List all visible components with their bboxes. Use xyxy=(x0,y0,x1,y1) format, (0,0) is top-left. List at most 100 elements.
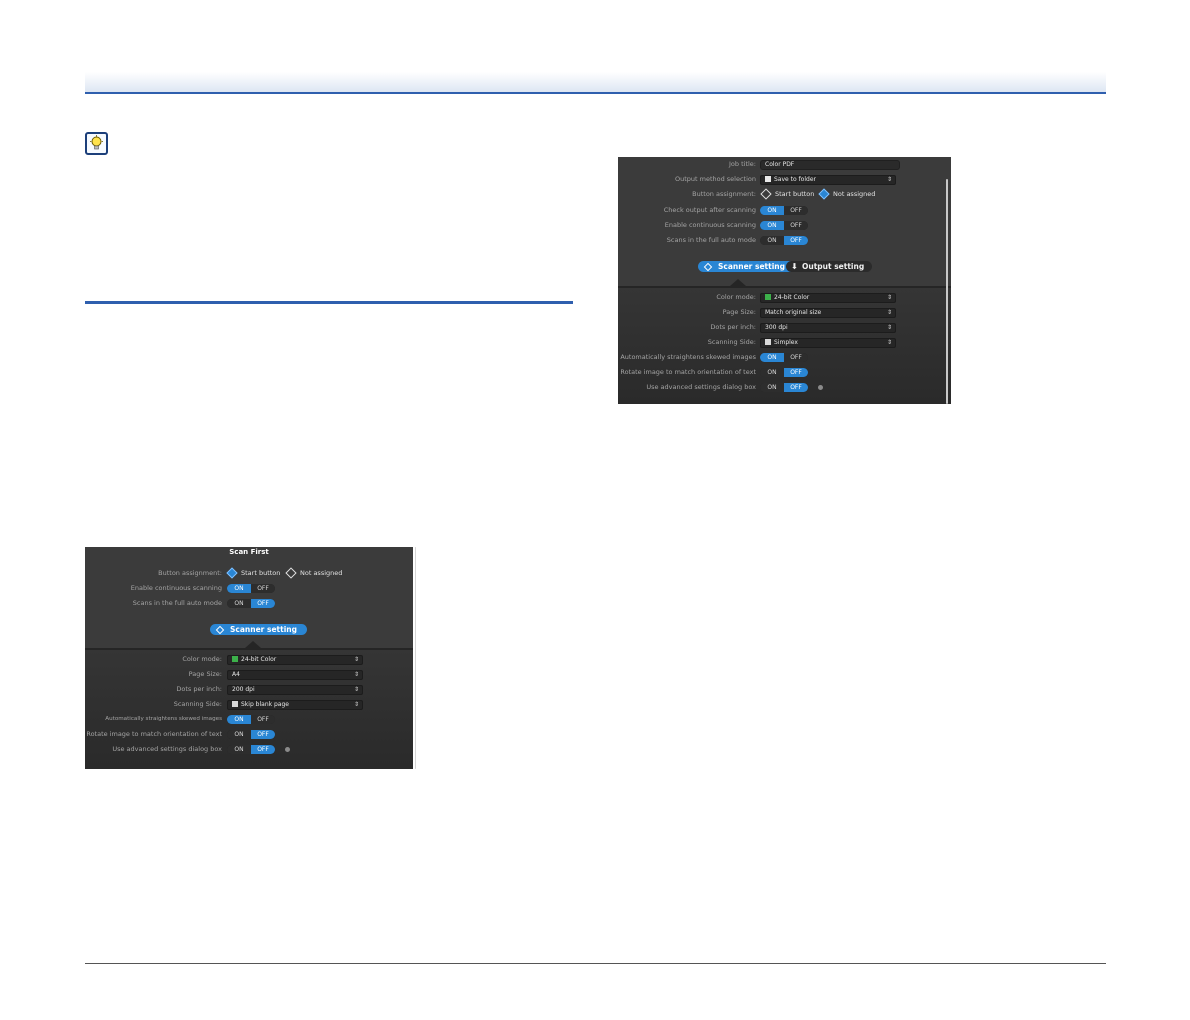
updown-arrow-icon: ⇕ xyxy=(886,309,892,316)
page-footer-rule xyxy=(85,963,1106,964)
radio-label: Not assigned xyxy=(833,190,876,198)
enable-continuous-toggle[interactable]: ON OFF xyxy=(760,221,808,230)
radio-unselected-icon xyxy=(285,567,297,579)
output-setting-button[interactable]: ⬇ Output setting xyxy=(786,261,873,272)
button-assignment-label: Button assignment: xyxy=(158,569,222,577)
rotate-toggle[interactable]: ON OFF xyxy=(760,368,808,377)
updown-arrow-icon: ⇕ xyxy=(353,686,359,693)
page-header-bar xyxy=(85,72,1106,94)
left-panel-scrollbar[interactable] xyxy=(415,547,416,769)
advanced-settings-icon[interactable] xyxy=(285,747,290,752)
check-output-toggle[interactable]: ON OFF xyxy=(760,206,808,215)
dpi-select[interactable]: 300 dpi ⇕ xyxy=(760,323,896,333)
color-mode-select[interactable]: 24-bit Color ⇕ xyxy=(760,293,896,303)
radio-unselected-icon xyxy=(760,188,772,200)
rotate-label: Rotate image to match orientation of tex… xyxy=(86,730,222,738)
toggle-off[interactable]: OFF xyxy=(251,730,275,739)
toggle-on[interactable]: ON xyxy=(227,745,251,754)
enable-continuous-label: Enable continuous scanning xyxy=(130,584,222,592)
toggle-on[interactable]: ON xyxy=(760,221,784,230)
advanced-settings-icon[interactable] xyxy=(818,385,823,390)
scanning-side-label: Scanning Side: xyxy=(707,338,756,346)
select-value: 200 dpi xyxy=(232,686,255,693)
toggle-on[interactable]: ON xyxy=(227,599,251,608)
toggle-on[interactable]: ON xyxy=(760,353,784,362)
straighten-toggle[interactable]: ON OFF xyxy=(227,715,275,724)
toggle-off[interactable]: OFF xyxy=(251,715,275,724)
download-arrow-icon: ⬇ xyxy=(791,262,798,271)
toggle-on[interactable]: ON xyxy=(227,715,251,724)
toggle-off[interactable]: OFF xyxy=(784,206,808,215)
panel-divider xyxy=(85,648,413,650)
scanner-setting-button[interactable]: Scanner setting xyxy=(698,261,795,272)
rotate-toggle[interactable]: ON OFF xyxy=(227,730,275,739)
toggle-off[interactable]: OFF xyxy=(251,745,275,754)
radio-start-button[interactable]: Start button xyxy=(226,567,280,579)
toggle-off[interactable]: OFF xyxy=(784,368,808,377)
toggle-on[interactable]: ON xyxy=(227,730,251,739)
updown-arrow-icon: ⇕ xyxy=(886,294,892,301)
toggle-on[interactable]: ON xyxy=(760,236,784,245)
toggle-off[interactable]: OFF xyxy=(784,236,808,245)
scanner-setting-label: Scanner setting xyxy=(718,262,785,271)
color-mode-select[interactable]: 24-bit Color ⇕ xyxy=(227,655,363,665)
scanner-setting-icon xyxy=(215,625,225,635)
advanced-label: Use advanced settings dialog box xyxy=(112,745,222,753)
toggle-off[interactable]: OFF xyxy=(784,221,808,230)
straighten-toggle[interactable]: ON OFF xyxy=(760,353,808,362)
right-panel-scrollbar[interactable] xyxy=(946,179,948,404)
radio-start-button[interactable]: Start button xyxy=(760,188,815,200)
scanning-side-select[interactable]: Skip blank page ⇕ xyxy=(227,700,363,710)
toggle-off[interactable]: OFF xyxy=(251,599,275,608)
advanced-toggle[interactable]: ON OFF xyxy=(760,383,808,392)
divider-notch xyxy=(245,641,261,648)
toggle-off[interactable]: OFF xyxy=(784,353,808,362)
select-value: Simplex xyxy=(774,339,798,346)
scanner-setting-button[interactable]: Scanner setting xyxy=(210,624,307,635)
radio-not-assigned[interactable]: Not assigned xyxy=(818,188,876,200)
full-auto-toggle[interactable]: ON OFF xyxy=(227,599,275,608)
toggle-on[interactable]: ON xyxy=(227,584,251,593)
check-output-label: Check output after scanning xyxy=(663,206,756,214)
page-size-select[interactable]: Match original size ⇕ xyxy=(760,308,896,318)
toggle-off[interactable]: OFF xyxy=(251,584,275,593)
color-mode-label: Color mode: xyxy=(182,655,222,663)
section-divider xyxy=(85,301,573,304)
updown-arrow-icon: ⇕ xyxy=(886,339,892,346)
panel-title: Scan First xyxy=(229,548,269,556)
toggle-on[interactable]: ON xyxy=(760,206,784,215)
full-auto-label: Scans in the full auto mode xyxy=(666,236,756,244)
updown-arrow-icon: ⇕ xyxy=(353,671,359,678)
lightbulb-tip-icon xyxy=(85,132,108,155)
page-icon xyxy=(232,701,238,707)
advanced-toggle[interactable]: ON OFF xyxy=(227,745,275,754)
radio-selected-icon xyxy=(226,567,238,579)
full-auto-toggle[interactable]: ON OFF xyxy=(760,236,808,245)
rotate-label: Rotate image to match orientation of tex… xyxy=(620,368,756,376)
scanning-side-label: Scanning Side: xyxy=(173,700,222,708)
job-title-input[interactable]: Color PDF xyxy=(760,160,900,170)
page-size-label: Page Size: xyxy=(722,308,756,316)
select-value: 300 dpi xyxy=(765,324,788,331)
scanning-side-select[interactable]: Simplex ⇕ xyxy=(760,338,896,348)
toggle-on[interactable]: ON xyxy=(760,368,784,377)
job-title-label: Job title: xyxy=(729,160,756,168)
output-setting-label: Output setting xyxy=(802,262,865,271)
straighten-label: Automatically straightens skewed images xyxy=(620,353,756,361)
dpi-select[interactable]: 200 dpi ⇕ xyxy=(227,685,363,695)
select-value: A4 xyxy=(232,671,240,678)
radio-not-assigned[interactable]: Not assigned xyxy=(285,567,342,579)
output-method-label: Output method selection xyxy=(674,175,756,183)
enable-continuous-label: Enable continuous scanning xyxy=(664,221,756,229)
enable-continuous-toggle[interactable]: ON OFF xyxy=(227,584,275,593)
full-auto-label: Scans in the full auto mode xyxy=(132,599,222,607)
toggle-on[interactable]: ON xyxy=(760,383,784,392)
page-icon xyxy=(765,339,771,345)
toggle-off[interactable]: OFF xyxy=(784,383,808,392)
folder-icon xyxy=(765,176,771,182)
updown-arrow-icon: ⇕ xyxy=(353,656,359,663)
radio-label: Start button xyxy=(775,190,815,198)
output-method-select[interactable]: Save to folder ⇕ xyxy=(760,175,896,185)
page-size-select[interactable]: A4 ⇕ xyxy=(227,670,363,680)
updown-arrow-icon: ⇕ xyxy=(353,701,359,708)
